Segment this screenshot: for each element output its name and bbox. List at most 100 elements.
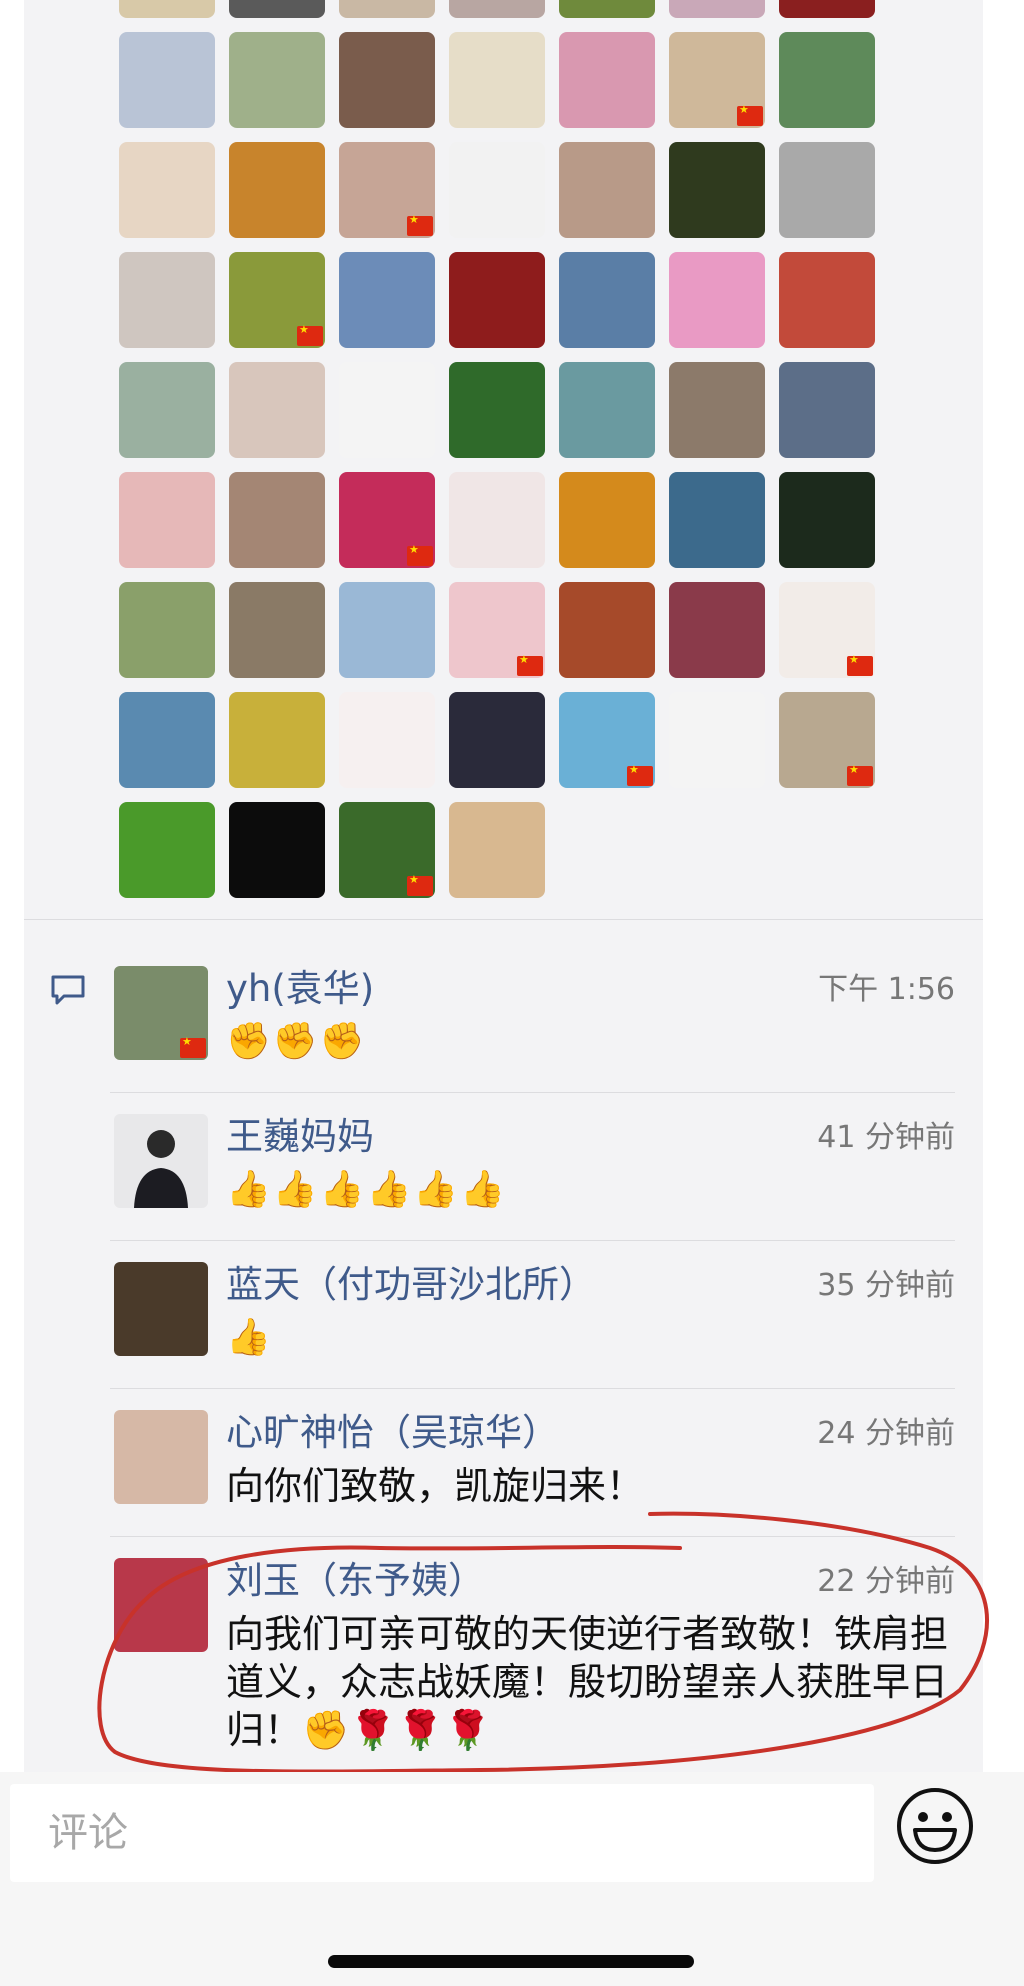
comment-time: 35 分钟前: [817, 1268, 955, 1303]
liker-avatar[interactable]: [339, 362, 435, 458]
liker-avatar[interactable]: [779, 472, 875, 568]
liker-avatar[interactable]: [229, 252, 325, 348]
liker-avatar[interactable]: [559, 0, 655, 18]
liker-avatar[interactable]: [669, 252, 765, 348]
china-flag-icon: [180, 1035, 206, 1058]
comment-time: 41 分钟前: [817, 1120, 955, 1155]
liker-avatar[interactable]: [669, 142, 765, 238]
liker-avatar[interactable]: [229, 142, 325, 238]
liker-avatar[interactable]: [229, 0, 325, 18]
avatar[interactable]: [114, 1114, 208, 1208]
liker-avatar[interactable]: [779, 582, 875, 678]
smiley-face-icon[interactable]: [895, 1786, 975, 1866]
liker-avatar[interactable]: [449, 142, 545, 238]
liker-avatar[interactable]: [339, 472, 435, 568]
comment-text: 向你们致敬，凯旋归来！: [226, 1464, 645, 1508]
liker-avatar[interactable]: [669, 692, 765, 788]
china-flag-icon: [737, 103, 763, 126]
commenter-name[interactable]: 心旷神怡（吴琼华）: [226, 1402, 559, 1456]
liker-avatar[interactable]: [119, 252, 215, 348]
china-flag-icon: [517, 653, 543, 676]
liker-avatar[interactable]: [119, 362, 215, 458]
liker-avatar[interactable]: [119, 0, 215, 18]
liker-avatar[interactable]: [449, 692, 545, 788]
commenter-name[interactable]: yh(袁华): [226, 958, 374, 1012]
liker-avatar[interactable]: [449, 582, 545, 678]
liker-avatar[interactable]: [119, 472, 215, 568]
liker-avatar[interactable]: [559, 142, 655, 238]
avatar[interactable]: [114, 1410, 208, 1504]
liker-avatar[interactable]: [779, 32, 875, 128]
comment-item[interactable]: 刘玉（东予姨） 22 分钟前 向我们可亲可敬的天使逆行者致敬！铁肩担道义，众志战…: [110, 1544, 955, 1764]
liker-avatar[interactable]: [339, 0, 435, 18]
liker-avatar[interactable]: [779, 252, 875, 348]
liker-avatar[interactable]: [339, 802, 435, 898]
liker-avatar[interactable]: [449, 472, 545, 568]
liker-avatar[interactable]: [339, 582, 435, 678]
comment-item[interactable]: 心旷神怡（吴琼华） 24 分钟前 向你们致敬，凯旋归来！: [110, 1396, 955, 1536]
liker-avatar[interactable]: [779, 142, 875, 238]
liker-avatar[interactable]: [779, 362, 875, 458]
liker-avatar[interactable]: [119, 802, 215, 898]
liker-avatar[interactable]: [449, 32, 545, 128]
liker-avatar[interactable]: [559, 252, 655, 348]
commenter-name[interactable]: 刘玉（东予姨）: [226, 1550, 485, 1604]
china-flag-icon: [407, 543, 433, 566]
liker-avatar[interactable]: [339, 32, 435, 128]
comment-item[interactable]: 蓝天（付功哥沙北所） 35 分钟前 👍: [110, 1248, 955, 1388]
liker-avatar[interactable]: [669, 472, 765, 568]
liker-avatar[interactable]: [229, 472, 325, 568]
liker-avatar[interactable]: [229, 692, 325, 788]
china-flag-icon: [847, 763, 873, 786]
liker-avatar[interactable]: [559, 32, 655, 128]
liker-avatar[interactable]: [559, 362, 655, 458]
commenter-name[interactable]: 王巍妈妈: [226, 1106, 374, 1160]
liker-avatar[interactable]: [449, 362, 545, 458]
avatar[interactable]: [114, 1262, 208, 1356]
comment-input[interactable]: 评论: [10, 1784, 874, 1882]
liker-avatar[interactable]: [229, 582, 325, 678]
comment-bar: 评论: [0, 1772, 1024, 1986]
china-flag-icon: [407, 213, 433, 236]
comment-text: 向我们可亲可敬的天使逆行者致敬！铁肩担道义，众志战妖魔！殷切盼望亲人获胜早日归！…: [226, 1612, 949, 1752]
comment-time: 下午 1:56: [818, 972, 955, 1007]
liker-avatar[interactable]: [119, 582, 215, 678]
liker-avatar[interactable]: [559, 472, 655, 568]
liker-avatar[interactable]: [339, 252, 435, 348]
liker-avatar[interactable]: [559, 692, 655, 788]
comment-text: 👍: [226, 1317, 273, 1358]
home-indicator[interactable]: [328, 1955, 694, 1968]
liker-avatar[interactable]: [669, 0, 765, 18]
comment-divider: [110, 1536, 955, 1537]
liker-avatar[interactable]: [779, 692, 875, 788]
liker-avatar[interactable]: [449, 252, 545, 348]
comment-time: 24 分钟前: [817, 1416, 955, 1451]
liker-avatar[interactable]: [119, 32, 215, 128]
comment-bubble-icon: [51, 975, 85, 1005]
liker-avatar[interactable]: [669, 32, 765, 128]
comment-item[interactable]: 王巍妈妈 41 分钟前 👍👍👍👍👍👍: [110, 1100, 955, 1240]
commenter-name[interactable]: 蓝天（付功哥沙北所）: [226, 1254, 596, 1308]
liker-avatar[interactable]: [229, 362, 325, 458]
liker-avatar[interactable]: [779, 0, 875, 18]
liker-avatar[interactable]: [449, 0, 545, 18]
china-flag-icon: [627, 763, 653, 786]
liker-avatar[interactable]: [559, 582, 655, 678]
comment-divider: [110, 1388, 955, 1389]
avatar[interactable]: [114, 1558, 208, 1652]
avatar[interactable]: [114, 966, 208, 1060]
liker-avatar[interactable]: [339, 142, 435, 238]
china-flag-icon: [407, 873, 433, 896]
comment-time: 22 分钟前: [817, 1564, 955, 1599]
liker-avatar[interactable]: [669, 362, 765, 458]
liker-avatar[interactable]: [339, 692, 435, 788]
liker-avatar[interactable]: [229, 802, 325, 898]
liker-avatar[interactable]: [119, 692, 215, 788]
liker-avatar[interactable]: [229, 32, 325, 128]
liker-avatar[interactable]: [669, 582, 765, 678]
comment-text: ✊✊✊: [226, 1021, 367, 1062]
liker-avatar[interactable]: [119, 142, 215, 238]
comment-divider: [110, 1092, 955, 1093]
liker-avatar[interactable]: [449, 802, 545, 898]
comment-item[interactable]: yh(袁华) 下午 1:56 ✊✊✊: [110, 952, 955, 1092]
